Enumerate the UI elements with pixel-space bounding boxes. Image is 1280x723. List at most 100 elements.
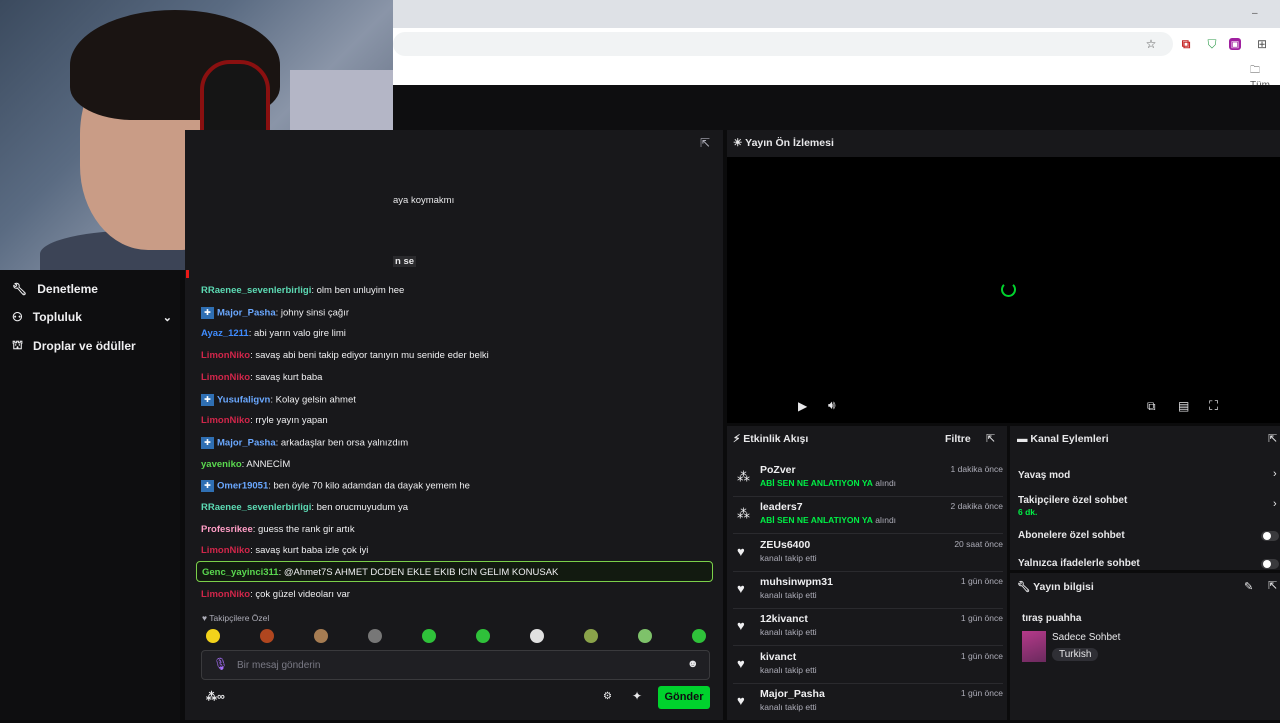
divider <box>733 645 1003 647</box>
chat-username[interactable]: yaveniko <box>201 459 242 470</box>
chat-username[interactable]: LimonNiko <box>201 589 250 600</box>
chat-username[interactable]: RRaenee_sevenlerbirligi <box>201 285 311 296</box>
emote-icon[interactable] <box>584 629 598 643</box>
sidebar-item-topluluk[interactable]: ⚇ Topluluk ⌄ <box>12 310 172 324</box>
activity-item[interactable]: ♥ muhsinwpm31 kanalı takip etti 1 gün önce <box>733 574 1003 611</box>
play-icon[interactable]: ▶ <box>798 399 807 413</box>
chevron-right-icon[interactable]: › <box>1273 498 1277 510</box>
stream-category: Sadece Sohbet <box>1052 632 1121 643</box>
card-icon: ▬ <box>1017 433 1028 445</box>
followers-chat-label[interactable]: Takipçilere özel sohbet <box>1018 495 1127 506</box>
activity-item[interactable]: ♥ ZEUs6400 kanalı takip etti 20 saat önce <box>733 537 1003 574</box>
emote-icon[interactable] <box>638 629 652 643</box>
puzzle-icon[interactable]: ⊞ <box>1254 36 1270 52</box>
slow-mode-label[interactable]: Yavaş mod <box>1018 470 1070 481</box>
popout-icon[interactable]: ⇱ <box>700 136 710 150</box>
activity-action: alındı <box>872 515 897 526</box>
heart-icon: ♥ <box>737 692 745 708</box>
chat-username[interactable]: LimonNiko <box>201 350 250 361</box>
volume-icon[interactable]: 🔊︎ <box>828 398 836 413</box>
chevron-right-icon[interactable]: › <box>1273 468 1277 480</box>
popout-icon[interactable]: ⇱ <box>1268 432 1277 445</box>
chat-username[interactable]: Ayaz_1211 <box>201 328 249 339</box>
chat-message: LimonNiko: savaş abi beni takip ediyor t… <box>201 350 489 361</box>
chat-username[interactable]: LimonNiko <box>201 415 250 426</box>
followers-chat-value: 6 dk. <box>1018 507 1038 517</box>
star-icon[interactable]: ☆ <box>1143 36 1159 52</box>
chat-tools-icon[interactable]: ✦ <box>632 689 642 703</box>
chat-message-text: : guess the rank gir artık <box>252 523 355 535</box>
activity-item[interactable]: ♥ kivanct kanalı takip etti 1 gün önce <box>733 649 1003 686</box>
points-icon: ⁂ <box>737 506 750 522</box>
address-bar[interactable] <box>393 32 1173 56</box>
wrench-icon: 🔧︎ <box>1017 581 1031 593</box>
chat-message-text: : olm ben unluyim hee <box>311 285 405 296</box>
pdf-extension-icon[interactable]: ⧉ <box>1178 36 1194 52</box>
chat-username[interactable]: LimonNiko <box>201 545 250 556</box>
divider <box>733 533 1003 535</box>
emote-icon[interactable] <box>206 629 220 643</box>
activity-username: Major_Pasha <box>760 687 825 700</box>
subs-chat-label: Abonelere özel sohbet <box>1018 530 1125 541</box>
chat-username[interactable]: Major_Pasha <box>217 437 276 448</box>
shield-extension-icon[interactable]: ⛉ <box>1204 36 1220 52</box>
sidebar-item-denetleme[interactable]: 🔧︎ Denetleme <box>12 282 98 296</box>
emote-chat-toggle[interactable] <box>1261 559 1279 569</box>
filter-button[interactable]: Filtre <box>945 433 971 445</box>
activity-action: kanalı takip etti <box>760 589 817 600</box>
extension-icon[interactable]: ▣ <box>1229 38 1241 50</box>
theatre-mode-icon[interactable]: ▤ <box>1178 399 1189 413</box>
activity-username: kivanct <box>760 650 797 663</box>
activity-item[interactable]: ⁂ leaders7 ABİ SEN NE ANLATIYON YA alındı 2… <box>733 499 1003 536</box>
popout-icon[interactable]: ⇱ <box>986 432 995 445</box>
emote-icon[interactable] <box>314 629 328 643</box>
chat-username[interactable]: Yusufaligvn <box>217 394 270 405</box>
gear-icon[interactable]: ⚙ <box>603 691 612 702</box>
activity-time: 1 dakika önce <box>950 464 1003 474</box>
channel-points[interactable]: ⁂∞ <box>206 690 225 703</box>
chat-message: ✚ Major_Pasha: johny sinsi çağır <box>201 306 349 319</box>
community-icon: ⚇ <box>12 310 23 324</box>
chat-username[interactable]: Major_Pasha <box>217 307 276 318</box>
emote-icon[interactable] <box>476 629 490 643</box>
chat-message-text: : ANNECİM <box>241 458 291 470</box>
category-boxart <box>1022 631 1046 662</box>
activity-item[interactable]: ♥ Major_Pasha kanalı takip etti 1 gün önce <box>733 686 1003 723</box>
chat-message: LimonNiko: savaş kurt baba <box>201 372 322 383</box>
emote-icon[interactable] <box>422 629 436 643</box>
activity-username: PoZver <box>760 464 796 476</box>
channel-actions-title: ▬ Kanal Eylemleri <box>1017 433 1109 445</box>
chat-message: Profesrikee: guess the rank gir artık <box>201 524 355 535</box>
chat-message: ✚ Omer19051: ben öyle 70 kilo adamdan da … <box>201 480 470 493</box>
minimize-icon[interactable]: – <box>1252 8 1258 19</box>
activity-time: 2 dakika önce <box>950 501 1003 512</box>
preview-title: ☀ Yayın Ön İzlemesi <box>733 137 834 149</box>
chat-username[interactable]: Omer19051 <box>217 481 268 492</box>
chat-username[interactable]: LimonNiko <box>201 372 250 383</box>
chat-partial-message: aya koymakmı <box>393 195 455 206</box>
popout-icon[interactable]: ⇱ <box>1268 579 1277 592</box>
emote-icon[interactable] <box>260 629 274 643</box>
chat-username[interactable]: Genc_yayinci311 <box>202 567 279 578</box>
chat-message-text: : savaş kurt baba <box>250 371 323 383</box>
sidebar-item-droplar[interactable]: ⛫ Droplar ve ödüller <box>12 338 136 354</box>
activity-item[interactable]: ♥ 12kivanct kanalı takip etti 1 gün önce <box>733 611 1003 648</box>
emote-icon[interactable] <box>692 629 706 643</box>
microphone-icon[interactable]: 🎙︎ <box>213 657 228 671</box>
subs-chat-toggle[interactable] <box>1261 531 1279 541</box>
chat-username[interactable]: Profesrikee <box>201 524 253 535</box>
activity-username: ZEUs6400 <box>760 538 811 551</box>
emoji-icon[interactable]: ☻ <box>687 658 699 670</box>
chat-message: LimonNiko: çok güzel videoları var <box>201 589 350 600</box>
chat-message: yaveniko: ANNECİM <box>201 459 290 470</box>
divider <box>733 607 1003 609</box>
send-button[interactable]: Gönder <box>658 686 710 709</box>
activity-detail: kanalı takip etti <box>760 553 817 563</box>
activity-item[interactable]: ⁂ PoZver ABİ SEN NE ANLATIYON YA alındı 1 d… <box>733 462 1003 499</box>
emote-icon[interactable] <box>530 629 544 643</box>
emote-icon[interactable] <box>368 629 382 643</box>
chat-username[interactable]: RRaenee_sevenlerbirligi <box>201 502 311 513</box>
fullscreen-icon[interactable]: ⛶ <box>1209 398 1218 414</box>
miniplayer-icon[interactable]: ⧉ <box>1147 399 1156 414</box>
edit-icon[interactable]: ✎ <box>1244 580 1253 593</box>
